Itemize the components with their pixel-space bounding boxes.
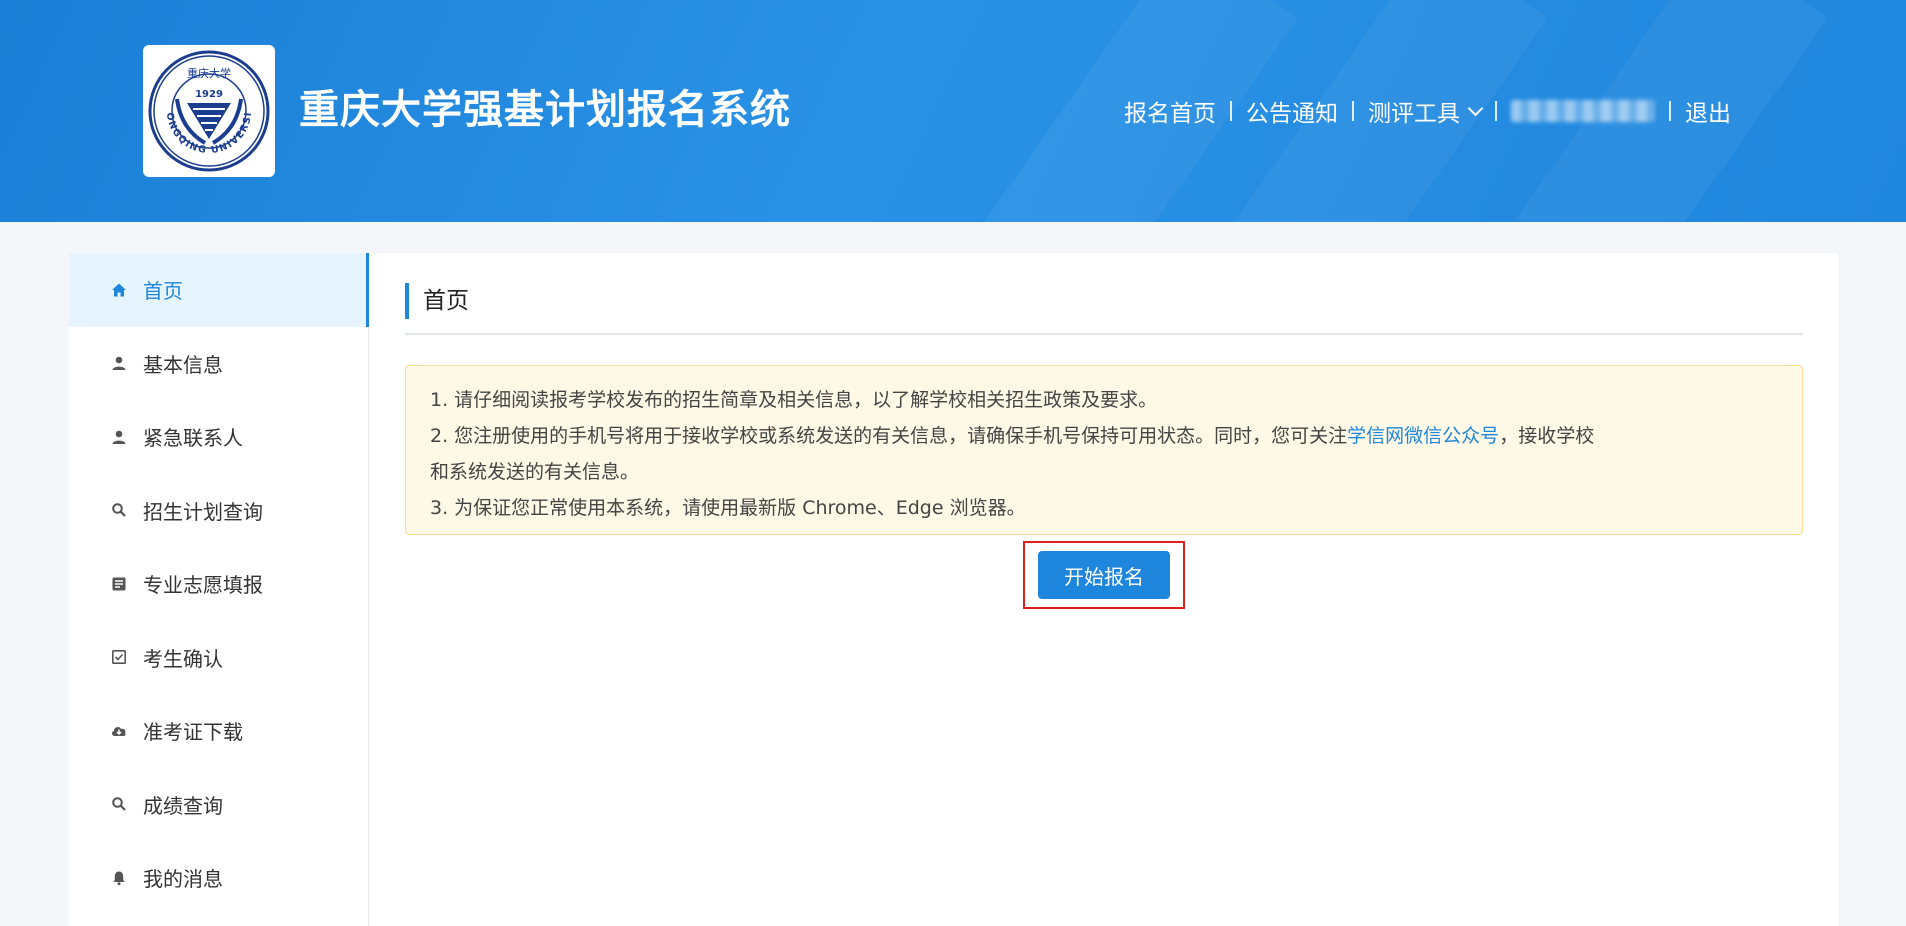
sidebar-item-admission-ticket[interactable]: 准考证下载 (69, 694, 368, 768)
sidebar-item-emergency-contact[interactable]: 紧急联系人 (69, 400, 368, 474)
wechat-account-link[interactable]: 学信网微信公众号 (1347, 425, 1499, 447)
sidebar-item-score-query[interactable]: 成绩查询 (69, 768, 368, 842)
sidebar-item-label: 紧急联系人 (143, 426, 243, 451)
user-name-redacted[interactable] (1511, 100, 1655, 122)
sidebar-item-label: 考生确认 (143, 646, 223, 671)
sidebar-item-major-choice[interactable]: 专业志愿填报 (69, 547, 368, 621)
sidebar-item-label: 我的消息 (143, 867, 223, 892)
home-icon (109, 280, 129, 300)
header: 重庆大学 1929 CHONGQING UNIVERSITY 重庆大学强基计划报… (0, 0, 1906, 222)
top-nav: 报名首页 公告通知 测评工具 退出 (1124, 92, 1731, 130)
user-icon (109, 427, 129, 447)
sidebar-item-enrollment-plan[interactable]: 招生计划查询 (69, 474, 368, 548)
university-logo: 重庆大学 1929 CHONGQING UNIVERSITY (143, 45, 275, 177)
chevron-down-icon (1467, 100, 1484, 116)
sidebar-item-label: 招生计划查询 (143, 499, 263, 524)
nav-divider (1669, 101, 1671, 121)
nav-divider (1230, 101, 1232, 121)
svg-text:1929: 1929 (195, 89, 223, 100)
nav-divider (1352, 101, 1354, 121)
notice-line-2: 2. 您注册使用的手机号将用于接收学校或系统发送的有关信息，请确保手机号保持可用… (430, 418, 1778, 454)
sidebar-item-messages[interactable]: 我的消息 (69, 841, 368, 915)
nav-logout-link[interactable]: 退出 (1685, 94, 1731, 128)
sidebar-item-label: 成绩查询 (143, 793, 223, 818)
checkbox-icon (109, 647, 129, 667)
sidebar-item-label: 基本信息 (143, 352, 223, 377)
nav-notice-link[interactable]: 公告通知 (1246, 94, 1338, 128)
sidebar-item-label: 专业志愿填报 (143, 573, 263, 598)
nav-tools-dropdown[interactable]: 测评工具 (1368, 94, 1484, 128)
sidebar-item-basic-info[interactable]: 基本信息 (69, 327, 368, 401)
sidebar-item-label: 准考证下载 (143, 720, 243, 745)
search-icon (109, 500, 129, 520)
nav-divider (1495, 101, 1497, 121)
cloud-download-icon (109, 721, 129, 741)
search-icon (109, 794, 129, 814)
notice-line-2-text: 2. 您注册使用的手机号将用于接收学校或系统发送的有关信息，请确保手机号保持可用… (430, 425, 1348, 447)
nav-home-link[interactable]: 报名首页 (1124, 94, 1216, 128)
sidebar: 首页 基本信息 紧急联系人 招生计划查询 专业志愿填报 考生确认 准考证下载 成… (69, 253, 369, 926)
notice-line-2-cont: 和系统发送的有关信息。 (430, 461, 640, 483)
bell-icon (109, 868, 129, 888)
notice-line-3: 3. 为保证您正常使用本系统，请使用最新版 Chrome、Edge 浏览器。 (430, 497, 1026, 519)
nav-tools-label: 测评工具 (1368, 101, 1460, 127)
svg-text:重庆大学: 重庆大学 (187, 66, 231, 80)
start-registration-button[interactable]: 开始报名 (1038, 551, 1170, 599)
main-panel: 首页 1. 请仔细阅读报考学校发布的招生简章及相关信息，以了解学校相关招生政策及… (369, 253, 1838, 926)
sidebar-item-home[interactable]: 首页 (69, 253, 369, 327)
sidebar-item-label: 首页 (143, 279, 183, 304)
sidebar-item-confirm[interactable]: 考生确认 (69, 621, 368, 695)
start-button-highlight: 开始报名 (1023, 541, 1185, 609)
notice-line-1: 1. 请仔细阅读报考学校发布的招生简章及相关信息，以了解学校相关招生政策及要求。 (430, 389, 1158, 411)
notice-line-2-text: ，接收学校 (1499, 425, 1595, 447)
page-title: 首页 (405, 283, 1803, 319)
site-title: 重庆大学强基计划报名系统 (299, 87, 791, 133)
user-icon (109, 353, 129, 373)
document-icon (109, 574, 129, 594)
page-title-bar: 首页 (405, 283, 1803, 335)
notice-box: 1. 请仔细阅读报考学校发布的招生简章及相关信息，以了解学校相关招生政策及要求。… (405, 365, 1803, 535)
